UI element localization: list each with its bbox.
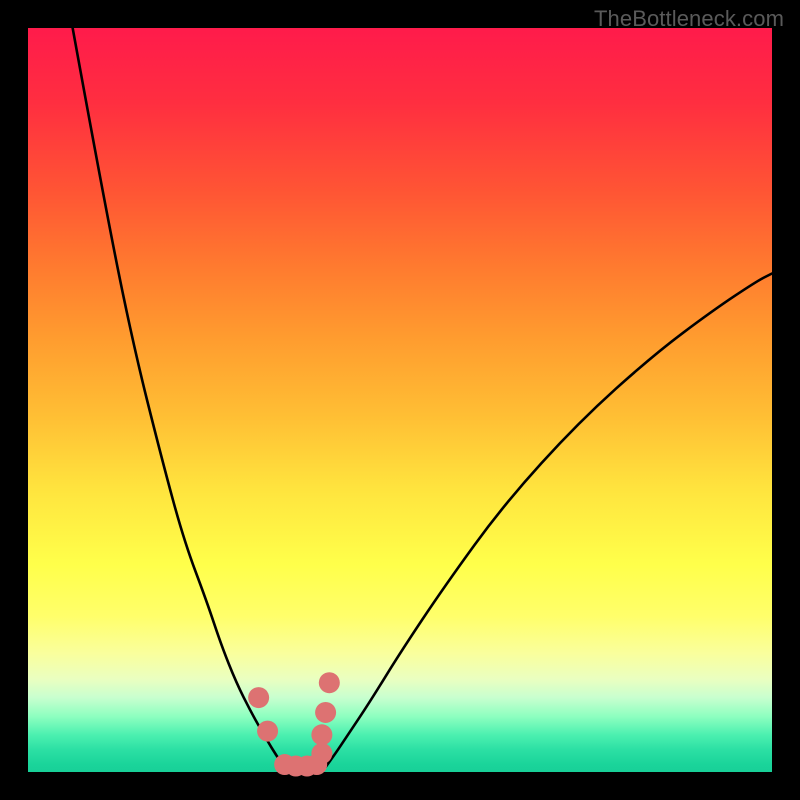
marker-point (311, 724, 332, 745)
bottleneck-curve-left (73, 28, 289, 772)
bottleneck-curve-right (322, 274, 772, 772)
marker-point (311, 743, 332, 764)
marker-point (315, 702, 336, 723)
marker-point (319, 672, 340, 693)
plot-area (28, 28, 772, 772)
curves-svg (28, 28, 772, 772)
marker-point (248, 687, 269, 708)
marker-point (257, 721, 278, 742)
chart-root: TheBottleneck.com (0, 0, 800, 800)
markers-group (248, 672, 340, 776)
